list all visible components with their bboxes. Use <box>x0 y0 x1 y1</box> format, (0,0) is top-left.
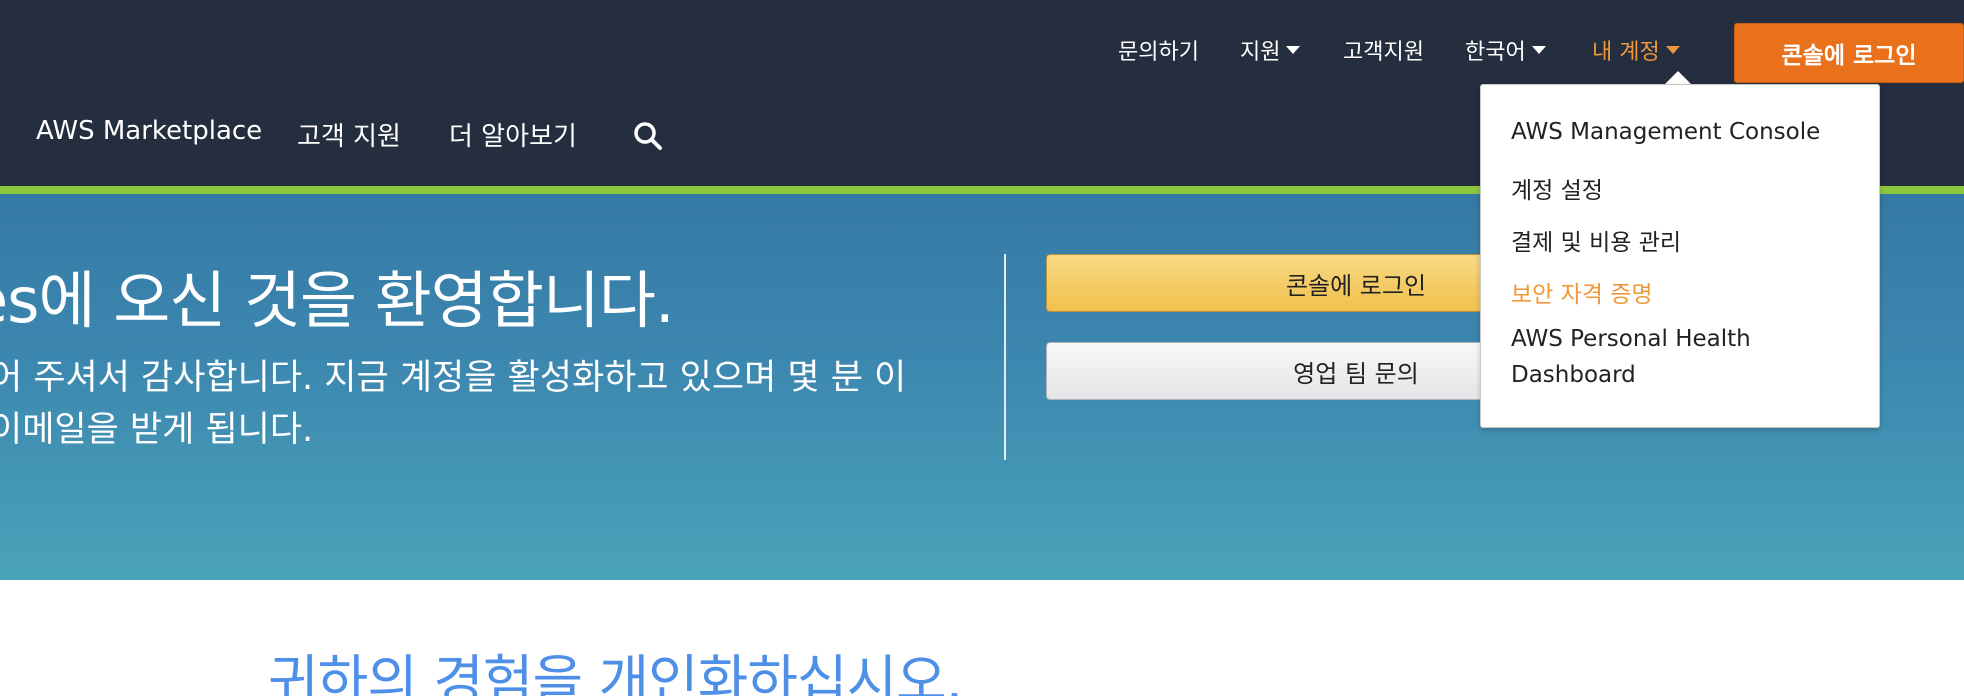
hero-console-login-label: 콘솔에 로그인 <box>1285 271 1427 300</box>
menu-item-management-console[interactable]: AWS Management Console <box>1511 119 1820 145</box>
hero-description-line: 이메일을 받게 됩니다. <box>0 410 314 450</box>
menu-item-security-credentials[interactable]: 보안 자격 증명 <box>1511 275 1653 309</box>
customer-support-link[interactable]: 고객지원 <box>1343 34 1424 66</box>
menu-item-account-settings[interactable]: 계정 설정 <box>1511 171 1603 205</box>
account-dropdown-menu: AWS Management Console 계정 설정 결제 및 비용 관리 … <box>1480 84 1880 428</box>
customer-support-link-label: 고객지원 <box>1343 40 1424 65</box>
menu-item-billing[interactable]: 결제 및 비용 관리 <box>1511 223 1681 257</box>
hero-title: es에 오신 것을 환영합니다. <box>0 264 675 337</box>
contact-sales-label: 영업 팀 문의 <box>1293 359 1419 388</box>
chevron-down-icon <box>1286 46 1301 54</box>
nav-marketplace[interactable]: AWS Marketplace <box>36 116 262 146</box>
my-account-menu-label: 내 계정 <box>1592 40 1660 65</box>
chevron-down-icon <box>1531 46 1546 54</box>
menu-item-personal-health-dashboard[interactable]: AWS Personal Health Dashboard <box>1511 321 1831 393</box>
contact-link-label: 문의하기 <box>1118 40 1199 65</box>
support-menu[interactable]: 지원 <box>1240 34 1301 66</box>
language-menu-label: 한국어 <box>1465 40 1526 65</box>
hero-description: 어 주셔서 감사합니다. 지금 계정을 활성화하고 있으며 몇 분 이 이메일을… <box>0 352 906 456</box>
support-menu-label: 지원 <box>1240 40 1281 65</box>
my-account-menu[interactable]: 내 계정 <box>1592 34 1680 66</box>
nav-customer-support[interactable]: 고객 지원 <box>297 116 401 153</box>
chevron-down-icon <box>1665 46 1680 54</box>
contact-link[interactable]: 문의하기 <box>1118 34 1199 66</box>
search-icon[interactable] <box>632 120 664 152</box>
nav-learn-more[interactable]: 더 알아보기 <box>449 116 577 153</box>
console-login-button[interactable]: 콘솔에 로그인 <box>1734 23 1964 83</box>
hero-divider <box>1004 254 1006 460</box>
personalize-heading: 귀하의 경험을 개인화하십시오. <box>268 649 963 696</box>
hero-description-line: 어 주셔서 감사합니다. 지금 계정을 활성화하고 있으며 몇 분 이 <box>0 358 907 398</box>
dropdown-pointer <box>1664 71 1692 85</box>
language-menu[interactable]: 한국어 <box>1465 34 1546 66</box>
